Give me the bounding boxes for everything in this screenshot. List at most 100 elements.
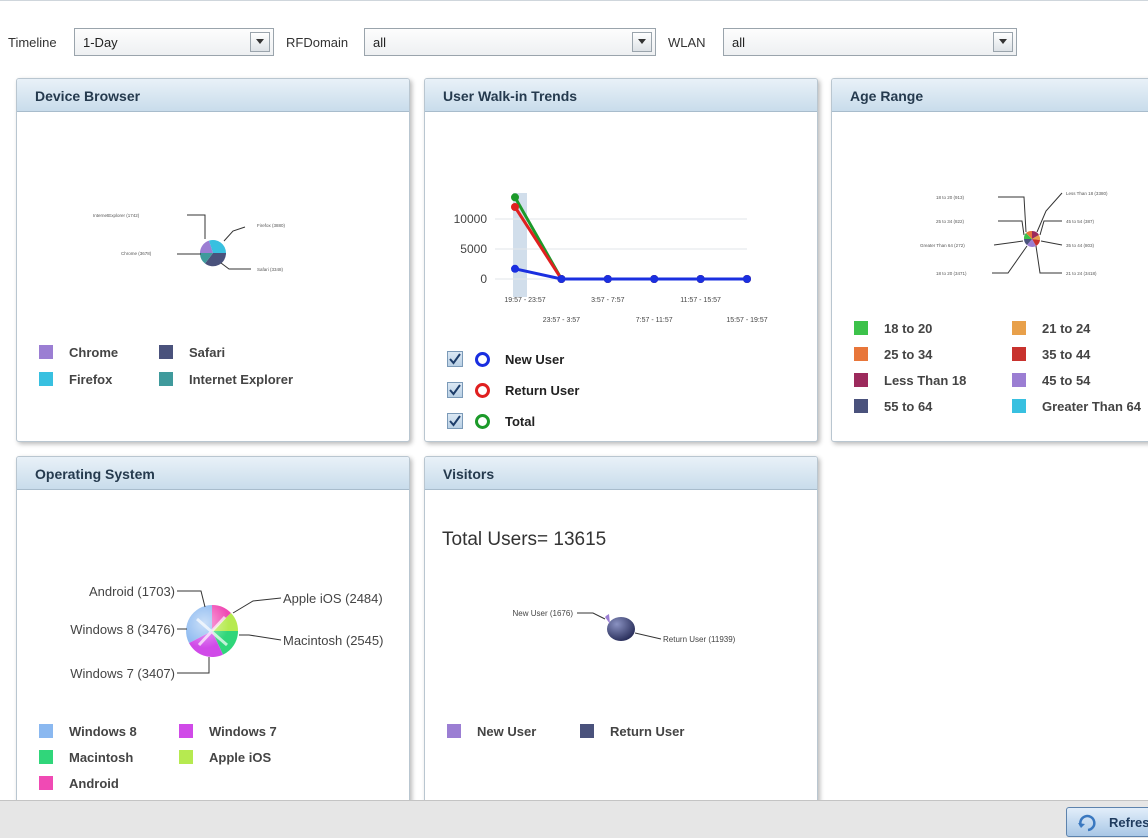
legend-label: Safari — [189, 345, 226, 360]
legend-swatch — [39, 345, 53, 359]
legend-swatch — [179, 724, 193, 738]
series-marker-icon — [475, 352, 490, 367]
callout-label: Windows 7 (3407) — [70, 666, 175, 681]
wlan-select[interactable]: all — [723, 28, 1017, 56]
callout-line — [993, 240, 1024, 246]
callout-line — [1040, 240, 1063, 246]
footer-bar — [0, 800, 1148, 838]
operating-system-pie: Android (1703) Apple iOS (2484) Windows … — [70, 584, 383, 681]
legend-label: 35 to 44 — [1042, 347, 1091, 362]
legend-label: 21 to 24 — [1042, 321, 1091, 336]
data-point[interactable] — [603, 275, 612, 283]
legend-swatch — [39, 372, 53, 386]
legend-label: 25 to 34 — [884, 347, 933, 362]
legend-swatch — [580, 724, 594, 738]
callout-line — [232, 597, 282, 614]
x-axis-ticks: 19:57 - 23:57 23:57 - 3:57 3:57 - 7:57 7… — [504, 297, 767, 324]
callout-label: 21 to 24 (3418) — [1066, 271, 1097, 276]
device-browser-pie: InternetExplorer (1742) Firefox (3880) C… — [93, 213, 286, 272]
panel-title: Device Browser — [35, 88, 141, 104]
legend-swatch — [854, 373, 868, 387]
legend-label: Firefox — [69, 372, 113, 387]
data-point[interactable] — [511, 264, 519, 273]
legend-swatch — [854, 347, 868, 361]
series-marker-icon — [475, 383, 490, 398]
callout-label: 18 to 20 (913) — [936, 195, 965, 200]
callout-line — [1036, 192, 1063, 233]
panel-header: Operating System — [17, 457, 409, 490]
callout-line — [187, 214, 206, 239]
callout-line — [220, 262, 251, 270]
refresh-button[interactable]: Refresh — [1066, 807, 1148, 837]
new-user-checkbox[interactable] — [447, 351, 463, 367]
data-point[interactable] — [511, 193, 519, 202]
x-tick-label: 23:57 - 3:57 — [543, 317, 580, 324]
visitors-panel: Visitors Total Users= 13615 New User (16… — [424, 456, 818, 803]
callout-line — [239, 634, 282, 641]
callout-label: 25 to 34 (822) — [936, 219, 965, 224]
callout-line — [998, 196, 1027, 233]
filter-bar: Timeline 1-Day RFDomain all WLAN all — [0, 0, 1148, 71]
legend-swatch — [159, 345, 173, 359]
data-point[interactable] — [511, 203, 519, 211]
callout-line — [634, 632, 662, 640]
x-tick-label: 3:57 - 7:57 — [591, 297, 625, 304]
legend-swatch — [39, 724, 53, 738]
return-user-checkbox[interactable] — [447, 382, 463, 398]
callout-line — [1039, 220, 1062, 236]
callout-line — [177, 657, 210, 674]
callout-label: Safari (3348) — [257, 267, 284, 272]
panel-title: Age Range — [850, 88, 924, 104]
panel-title: Operating System — [35, 466, 155, 482]
chart-series — [511, 193, 751, 283]
panel-header: User Walk-in Trends — [425, 79, 817, 112]
timeline-select[interactable]: 1-Day — [74, 28, 274, 56]
legend-label: Apple iOS — [209, 750, 272, 765]
data-point[interactable] — [696, 275, 705, 283]
total-checkbox[interactable] — [447, 413, 463, 429]
y-tick-label: 5000 — [460, 242, 487, 256]
callout-label: Less Than 18 (3380) — [1066, 191, 1108, 196]
y-axis-ticks: 10000 5000 0 — [454, 212, 488, 286]
total-users-text: Total Users= 13615 — [442, 529, 607, 550]
timeline-value: 1-Day — [83, 35, 118, 50]
legend-label: Windows 7 — [209, 724, 277, 739]
legend-label: Less Than 18 — [884, 373, 967, 388]
rfdomain-value: all — [373, 35, 387, 50]
user-walkin-chart: 10000 5000 0 19:57 - 23:57 23:57 - 3:57 … — [454, 193, 768, 324]
refresh-label: Refresh — [1109, 815, 1148, 830]
user-walkin-panel: User Walk-in Trends 10000 5000 0 19:57 -… — [424, 78, 818, 442]
age-range-pie: 18 to 20 (913) Less Than 18 (3380) 25 to… — [920, 191, 1108, 276]
data-point[interactable] — [650, 275, 659, 283]
data-point[interactable] — [743, 275, 751, 283]
age-range-panel: Age Range 18 to 20 (913) Less Than 18 (3… — [831, 78, 1148, 442]
pie-slice-new-user — [605, 614, 610, 624]
rfdomain-select[interactable]: all — [364, 28, 656, 56]
callout-label: Android (1703) — [89, 584, 175, 599]
legend-label: 55 to 64 — [884, 399, 933, 414]
legend-label: Windows 8 — [69, 724, 137, 739]
panel-title: Visitors — [443, 466, 495, 482]
legend-label: Return User — [610, 724, 685, 739]
legend-swatch — [854, 321, 868, 335]
series-line — [513, 206, 747, 281]
callout-line — [223, 226, 246, 242]
x-tick-label: 11:57 - 15:57 — [680, 297, 721, 304]
x-tick-label: 15:57 - 19:57 — [726, 317, 767, 324]
pie-slice-return-user — [607, 617, 635, 641]
chevron-down-icon[interactable] — [250, 32, 270, 52]
callout-label: Firefox (3880) — [257, 223, 286, 228]
timeline-label: Timeline — [8, 35, 57, 50]
legend-label: Macintosh — [69, 750, 134, 765]
callout-label: 45 to 54 (387) — [1066, 219, 1095, 224]
callout-label: 35 to 44 (803) — [1066, 243, 1095, 248]
panel-title: User Walk-in Trends — [443, 88, 578, 104]
callout-label: InternetExplorer (1742) — [93, 213, 140, 218]
chevron-down-icon[interactable] — [632, 32, 652, 52]
pie-slices — [186, 604, 239, 658]
callout-label: Macintosh (2545) — [283, 633, 383, 648]
chevron-down-icon[interactable] — [993, 32, 1013, 52]
legend-label: Greater Than 64 — [1042, 399, 1141, 414]
data-point[interactable] — [557, 275, 566, 283]
wlan-value: all — [732, 35, 746, 50]
